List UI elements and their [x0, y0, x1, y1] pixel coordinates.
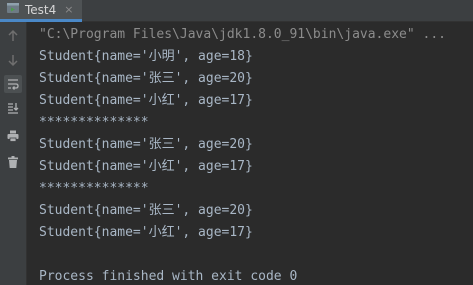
- console-line: Student{name='小明', age=18}: [39, 49, 253, 64]
- console-line: Student{name='张三', age=20}: [39, 71, 253, 86]
- scroll-down-button[interactable]: [4, 51, 22, 69]
- console-line: Student{name='张三', age=20}: [39, 203, 253, 218]
- console-separator-line: **************: [39, 115, 149, 130]
- soft-wrap-button[interactable]: [4, 75, 22, 93]
- arrow-down-icon: [8, 55, 18, 67]
- soft-wrap-icon: [8, 79, 19, 90]
- print-button[interactable]: [4, 127, 22, 145]
- console-line: Student{name='小红', age=17}: [39, 159, 253, 174]
- tab-run-config[interactable]: Test4 ×: [0, 0, 82, 22]
- console-output[interactable]: "C:\Program Files\Java\jdk1.8.0_91\bin\j…: [28, 22, 473, 285]
- scroll-to-end-button[interactable]: [4, 99, 22, 117]
- console-exit-line: Process finished with exit code 0: [39, 269, 298, 284]
- scroll-to-end-icon: [8, 103, 19, 114]
- clear-all-button[interactable]: [4, 153, 22, 171]
- run-tool-window: Test4 × "C:\Program Files\Java\jdk1.8.0_…: [0, 0, 473, 285]
- arrow-up-icon: [8, 29, 18, 41]
- console-separator-line: **************: [39, 181, 149, 196]
- console-line: Student{name='小红', age=17}: [39, 93, 253, 108]
- scroll-up-button[interactable]: [4, 27, 22, 45]
- close-icon[interactable]: ×: [64, 4, 73, 15]
- console-line: Student{name='张三', age=20}: [39, 137, 253, 152]
- console-line: Student{name='小红', age=17}: [39, 225, 253, 240]
- tab-label: Test4: [25, 2, 57, 17]
- printer-icon: [7, 130, 19, 142]
- run-config-icon: [6, 0, 20, 19]
- console-toolbar: [0, 22, 27, 285]
- console-command-line: "C:\Program Files\Java\jdk1.8.0_91\bin\j…: [39, 27, 446, 42]
- trash-icon: [8, 156, 18, 168]
- run-tab-bar: Test4 ×: [0, 0, 473, 22]
